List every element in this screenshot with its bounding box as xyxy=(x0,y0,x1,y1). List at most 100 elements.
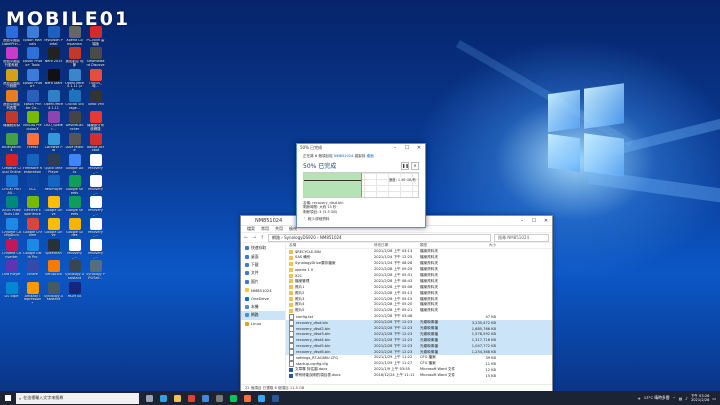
start-button[interactable] xyxy=(0,391,16,405)
nav-item[interactable]: 下載 xyxy=(241,261,285,269)
mail-icon[interactable] xyxy=(199,392,211,404)
desktop-shortcut[interactable]: Setupcoin xyxy=(44,260,63,281)
minimize-icon[interactable]: – xyxy=(516,218,528,224)
desktop-shortcut[interactable]: Google Sheets xyxy=(65,196,84,217)
desktop-shortcut[interactable]: Nero 2015 xyxy=(44,47,63,68)
desktop-shortcut[interactable]: GeForce Experience xyxy=(23,196,42,217)
close-icon[interactable]: ✕ xyxy=(413,145,425,151)
copy-destination-link[interactable]: 桌面 xyxy=(367,154,374,158)
back-arrow-icon[interactable]: ← xyxy=(244,235,249,241)
nav-item[interactable]: 快速存取 xyxy=(241,244,285,252)
store-icon[interactable] xyxy=(213,392,225,404)
desktop-shortcut[interactable]: DeviceLauncher xyxy=(65,111,84,132)
firefox-icon[interactable] xyxy=(241,392,253,404)
volume-icon[interactable]: ♪ xyxy=(685,396,687,401)
desktop-shortcut[interactable]: Amazon Impressions xyxy=(23,281,42,303)
ribbon-tab[interactable]: 常用 xyxy=(261,226,269,232)
desktop-shortcut[interactable]: Crucial Storage... xyxy=(65,89,84,111)
nav-item[interactable]: 桌面 xyxy=(241,252,285,260)
desktop-shortcut[interactable]: Smartwizard Discovery xyxy=(86,47,105,68)
desktop-shortcut[interactable]: Synology PROSell... xyxy=(86,260,105,281)
desktop-shortcut[interactable]: DS cope xyxy=(2,281,21,303)
desktop-shortcut[interactable]: DSO_Spider... xyxy=(44,111,63,132)
network-icon[interactable]: ▤ xyxy=(679,396,683,401)
desktop-shortcut[interactable]: CHGKI PRO AX... xyxy=(2,175,21,196)
line-icon[interactable] xyxy=(227,392,239,404)
nav-item[interactable]: NM851024 xyxy=(241,286,285,294)
desktop-shortcut[interactable]: 透過中國區 行動系統 xyxy=(2,47,21,68)
desktop-shortcut[interactable]: TVBOS_時... xyxy=(86,68,105,90)
copy-progress-dialog[interactable]: 50% 已完成 – ☐ ✕ 正在將 6 個項目從 NM851024 複製到 桌面… xyxy=(296,143,426,228)
word-icon[interactable] xyxy=(269,392,281,404)
desktop-shortcut[interactable]: Synology Assistant xyxy=(65,260,84,281)
close-icon[interactable]: ✕ xyxy=(540,218,552,224)
desktop-shortcut[interactable]: 奧尼創意 環節 xyxy=(65,47,84,68)
notification-icon[interactable]: ▭ xyxy=(712,396,716,401)
maximize-icon[interactable]: ☐ xyxy=(528,218,540,224)
copy-dialog-title-bar[interactable]: 50% 已完成 – ☐ ✕ xyxy=(297,144,425,152)
desktop-shortcut[interactable]: Chrome Converter xyxy=(2,239,21,260)
desktop-shortcut[interactable]: Firefox xyxy=(23,132,42,154)
weather-icon[interactable]: ☀ xyxy=(637,396,640,401)
desktop-shortcut[interactable]: Nero Start xyxy=(44,68,63,90)
desktop-shortcut[interactable]: recovery_... xyxy=(65,239,84,260)
desktop-shortcut[interactable]: NVIDIA PrecisionX xyxy=(23,111,42,132)
weather-text[interactable]: 13°C 晴時多雲 xyxy=(644,395,670,401)
search-input[interactable]: 搜尋 NM851024 xyxy=(494,233,549,242)
nav-item[interactable]: 圖片 xyxy=(241,278,285,286)
desktop-shortcut[interactable]: Google Chrome xyxy=(23,217,42,239)
address-bar[interactable]: 網路 › SynologyDS920 › NM851024 xyxy=(268,233,491,242)
nav-item[interactable]: Linux xyxy=(241,320,285,328)
desktop-shortcut[interactable]: QuickTime Player xyxy=(44,153,63,175)
task-view-icon[interactable] xyxy=(143,392,155,404)
cancel-copy-icon[interactable]: ✕ xyxy=(411,161,419,170)
desktop-shortcut[interactable]: Epson Photo+ Tools xyxy=(23,47,42,68)
desktop-shortcut[interactable]: Chrome ConfigDump... xyxy=(2,217,21,239)
edge-icon[interactable] xyxy=(157,392,169,404)
chevron-up-icon[interactable]: ⌃ xyxy=(673,396,676,401)
desktop-shortcut[interactable]: MGM 08 xyxy=(65,281,84,303)
desktop-shortcut[interactable]: SpeedFan xyxy=(44,239,63,260)
taskbar-search-box[interactable]: ⌕ 在這裡輸入文字來搜尋 xyxy=(16,392,139,404)
desktop-shortcut[interactable]: recovery_... xyxy=(86,239,105,260)
desktop-shortcut[interactable]: 傳播應用錄 xyxy=(2,111,21,132)
desktop-shortcut[interactable]: Creative Cloud Online xyxy=(2,153,21,175)
file-row[interactable]: 帶有修能說明的項目表.docx 2016/12/24 上午 11:11 Micros… xyxy=(286,373,552,379)
explorer-icon[interactable] xyxy=(171,392,183,404)
nav-item[interactable]: 本機 xyxy=(241,303,285,311)
copy-source-link[interactable]: NM851024 xyxy=(334,154,354,158)
pause-icon[interactable]: ❚❚ xyxy=(401,161,409,170)
desktop-shortcut[interactable]: Epson Printer Co... xyxy=(23,89,42,111)
desktop-shortcut[interactable]: ASUS Ruby Tools Lite xyxy=(2,196,21,217)
photoshop-icon[interactable] xyxy=(255,392,267,404)
desktop-shortcut[interactable]: BlueStacks 4 xyxy=(2,132,21,154)
desktop-shortcut[interactable]: Google Earth Pro xyxy=(23,239,42,260)
desktop-shortcut[interactable]: Firmware Restoration xyxy=(23,153,42,175)
desktop-shortcut[interactable]: 透過中國區 小數鋼 xyxy=(2,68,21,90)
desktop-shortcut[interactable]: recovery_... xyxy=(86,217,105,239)
desktop-shortcut[interactable]: recovery_... xyxy=(86,196,105,217)
desktop-shortcut[interactable]: GCC xyxy=(23,175,42,196)
column-header-type[interactable]: 類型 xyxy=(420,243,464,248)
desktop-shortcut[interactable]: Adobe Acrobat xyxy=(86,132,105,154)
desktop-shortcut[interactable]: Google Slides xyxy=(65,217,84,239)
desktop-shortcut[interactable]: 透過中國區 列表電 xyxy=(2,89,21,111)
chrome-icon[interactable] xyxy=(185,392,197,404)
desktop-shortcut[interactable]: OpenOffice 4.1.11 (zh... xyxy=(65,68,84,90)
desktop-shortcut[interactable]: 傳播部分系 統網路 xyxy=(86,111,105,132)
desktop-shortcut[interactable]: OpenOffice 4.1.11 xyxy=(44,89,63,111)
less-details-button[interactable]: ⌃ 較少詳細資料 xyxy=(297,214,425,225)
ribbon-tab[interactable]: 共用 xyxy=(275,226,283,232)
up-arrow-icon[interactable]: ↑ xyxy=(260,235,265,241)
clock[interactable]: 下午 03:26 2021/2/28 xyxy=(691,394,710,403)
file-explorer-window[interactable]: NM851024 – ☐ ✕ 檔案 常用 共用 檢視 ← → ↑ 網路 › Synol… xyxy=(240,215,553,391)
minimize-icon[interactable]: – xyxy=(389,145,401,151)
nav-item[interactable]: OneDrive xyxy=(241,294,285,302)
nav-item[interactable]: 網路 xyxy=(241,311,285,320)
ribbon-tab[interactable]: 檔案 xyxy=(247,226,255,232)
desktop-shortcut[interactable]: recovery_... xyxy=(86,175,105,196)
desktop-shortcut[interactable]: Epson Photo+ xyxy=(23,68,42,90)
desktop-shortcut[interactable]: Dvd Player xyxy=(2,260,21,281)
desktop-shortcut[interactable]: Google Drive xyxy=(44,196,63,217)
desktop-shortcut[interactable]: Synology Assistant xyxy=(44,281,63,303)
